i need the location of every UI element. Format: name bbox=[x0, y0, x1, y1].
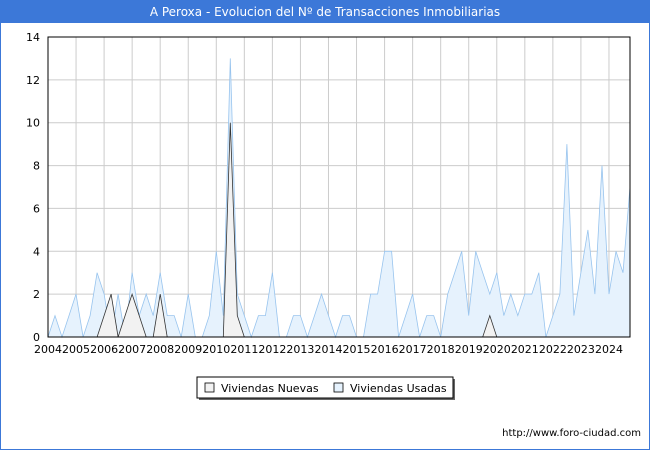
x-tick-label: 2010 bbox=[202, 343, 230, 356]
y-tick-label: 8 bbox=[33, 160, 40, 173]
x-tick-label: 2017 bbox=[399, 343, 427, 356]
x-tick-label: 2024 bbox=[595, 343, 623, 356]
y-tick-label: 12 bbox=[26, 74, 40, 87]
x-tick-label: 2005 bbox=[62, 343, 90, 356]
x-tick-label: 2018 bbox=[427, 343, 455, 356]
legend-label-nuevas: Viviendas Nuevas bbox=[221, 382, 319, 395]
source-url[interactable]: http://www.foro-ciudad.com bbox=[502, 428, 641, 439]
y-tick-label: 2 bbox=[33, 288, 40, 301]
x-tick-label: 2015 bbox=[343, 343, 371, 356]
x-tick-label: 2007 bbox=[118, 343, 146, 356]
x-tick-label: 2021 bbox=[511, 343, 539, 356]
x-tick-label: 2019 bbox=[455, 343, 483, 356]
x-tick-label: 2008 bbox=[146, 343, 174, 356]
legend-label-usadas: Viviendas Usadas bbox=[350, 382, 447, 395]
x-tick-label: 2022 bbox=[539, 343, 567, 356]
x-tick-label: 2016 bbox=[371, 343, 399, 356]
y-tick-label: 6 bbox=[33, 202, 40, 215]
y-tick-label: 4 bbox=[33, 245, 40, 258]
x-tick-label: 2023 bbox=[567, 343, 595, 356]
x-tick-label: 2006 bbox=[90, 343, 118, 356]
x-tick-label: 2009 bbox=[174, 343, 202, 356]
x-tick-label: 2004 bbox=[34, 343, 62, 356]
y-tick-label: 14 bbox=[26, 31, 40, 44]
y-tick-label: 10 bbox=[26, 117, 40, 130]
x-tick-label: 2013 bbox=[286, 343, 314, 356]
legend-swatch-nuevas bbox=[204, 382, 215, 393]
legend-swatch-usadas bbox=[333, 382, 344, 393]
x-tick-label: 2014 bbox=[314, 343, 342, 356]
x-tick-label: 2020 bbox=[483, 343, 511, 356]
x-tick-label: 2011 bbox=[230, 343, 258, 356]
chart-canvas: 024681012142004 2005 2006 2007 2008 2009 2010 2… bbox=[26, 31, 631, 400]
x-tick-label: 2012 bbox=[258, 343, 286, 356]
